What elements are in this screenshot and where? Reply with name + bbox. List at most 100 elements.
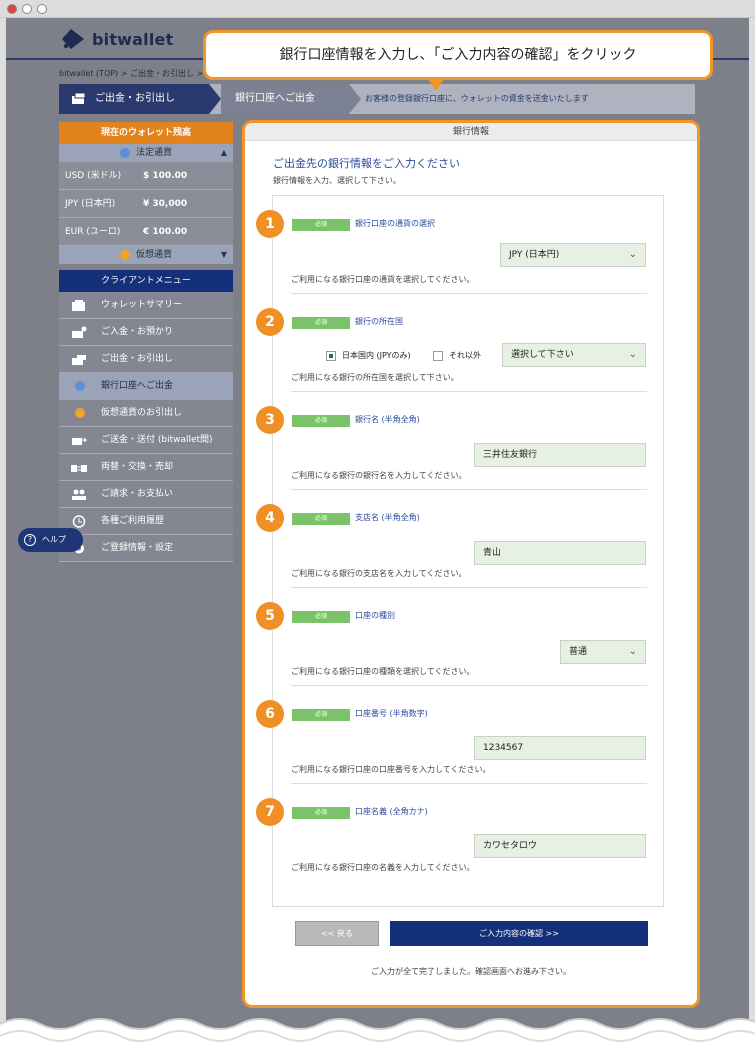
account-type-value: 普通 [569, 647, 588, 657]
required-badge: 必須 [292, 219, 350, 231]
currency-select[interactable]: JPY (日本円) ⌄ [500, 243, 646, 267]
menu-exchange[interactable]: 両替・交換・売却 [59, 454, 233, 481]
chevron-down-icon: ⌄ [628, 646, 637, 657]
crypto-currency-toggle[interactable]: 仮想通貨 ▼ [59, 246, 233, 264]
deposit-icon [72, 326, 87, 338]
country-select[interactable]: 選択して下さい ⌄ [502, 343, 646, 367]
section-account-number: 6 必須 口座番号 (半角数字) 1234567 ご利用になる銀行口座の口座番号… [256, 686, 665, 784]
menu-history[interactable]: 各種ご利用履歴 [59, 508, 233, 535]
chevron-down-icon: ▼ [220, 250, 227, 259]
step-number-badge: 3 [256, 406, 284, 434]
chevron-up-icon: ▲ [220, 148, 227, 157]
field-hint: ご利用になる銀行の所在国を選択して下さい。 [291, 373, 459, 382]
field-label: 口座名義 (全角カナ) [355, 807, 428, 816]
section-account-type: 5 必須 口座の種別 普通 ⌄ ご利用になる銀行口座の種類を選択してください。 [256, 588, 665, 686]
section-bank-name: 3 必須 銀行名 (半角全角) 三井住友銀行 ご利用になる銀行の銀行名を入力して… [256, 392, 665, 490]
account-type-select[interactable]: 普通 ⌄ [560, 640, 646, 664]
fiat-currency-toggle[interactable]: 法定通貨 ▲ [59, 144, 233, 162]
menu-settings[interactable]: ご登録情報・設定 [59, 535, 233, 562]
field-hint: ご利用になる銀行口座の名義を入力してください。 [291, 863, 475, 872]
menu-label: ご送金・送付 (bitwallet間) [101, 435, 213, 445]
required-badge: 必須 [292, 317, 350, 329]
client-menu-heading: クライアントメニュー [59, 270, 233, 292]
logo[interactable]: bitwallet [60, 28, 173, 50]
minimize-window-icon[interactable] [22, 4, 32, 14]
bank-name-input[interactable]: 三井住友銀行 [474, 443, 646, 467]
required-badge: 必須 [292, 415, 350, 427]
question-icon: ? [24, 534, 36, 546]
screenshot-frame: bitwallet bitwallet (TOP) > ご出金・お引出し > ご… [0, 0, 755, 1057]
form-heading: ご出金先の銀行情報をご入力ください [273, 157, 460, 170]
step-number-badge: 1 [256, 210, 284, 238]
field-hint: ご利用になる銀行口座の種類を選択してください。 [291, 667, 475, 676]
menu-label: ご請求・お支払い [101, 489, 174, 499]
radio-other[interactable]: それ以外 [433, 350, 481, 361]
required-badge: 必須 [292, 709, 350, 721]
chevron-down-icon: ⌄ [628, 249, 637, 260]
menu-bank-withdraw[interactable]: 銀行口座へご出金 [59, 373, 233, 400]
crypto-coin-icon [75, 408, 85, 418]
branch-name-input[interactable]: 青山 [474, 541, 646, 565]
wallet-balance-heading: 現在のウォレット残高 [59, 122, 233, 144]
field-label: 口座の種別 [355, 611, 395, 620]
fiat-coin-icon [119, 147, 130, 158]
field-hint: ご利用になる銀行口座の通貨を選択してください。 [291, 275, 475, 284]
currency-select-value: JPY (日本円) [509, 250, 560, 260]
country-select-value: 選択して下さい [511, 350, 574, 360]
step-description: お客様の登録銀行口座に、ウォレットの資金を送金いたします [365, 94, 589, 103]
sidebar: 現在のウォレット残高 法定通貨 ▲ USD (米ドル) $ 100.00 JPY… [59, 122, 233, 562]
account-holder-input[interactable]: カワセタロウ [474, 834, 646, 858]
menu-wallet-summary[interactable]: ウォレットサマリー [59, 292, 233, 319]
section-branch-name: 4 必須 支店名 (半角全角) 青山 ご利用になる銀行の支店名を入力してください… [256, 490, 665, 588]
exchange-icon [71, 465, 87, 472]
menu-label: 銀行口座へご出金 [101, 381, 174, 391]
required-badge: 必須 [292, 513, 350, 525]
transfer-icon [72, 437, 87, 445]
radio-checked-icon [326, 350, 336, 361]
field-hint: ご利用になる銀行の銀行名を入力してください。 [291, 471, 467, 480]
menu-label: ご登録情報・設定 [101, 543, 174, 553]
withdraw-icon [72, 92, 86, 104]
menu-label: 仮想通貨のお引出し [101, 408, 183, 418]
step-withdraw-label: ご出金・お引出し [95, 93, 175, 104]
balance-currency: EUR (ユーロ) [65, 227, 121, 237]
menu-crypto-withdraw[interactable]: 仮想通貨のお引出し [59, 400, 233, 427]
crypto-head-label: 仮想通貨 [135, 250, 172, 260]
step-number-badge: 6 [256, 700, 284, 728]
fiat-head-label: 法定通貨 [135, 148, 172, 158]
menu-deposit[interactable]: ご入金・お預かり [59, 319, 233, 346]
step-withdraw[interactable]: ご出金・お引出し [59, 84, 221, 114]
confirm-button[interactable]: ご入力内容の確認 >> [390, 921, 648, 946]
bank-form: 1 必須 銀行口座の通貨の選択 JPY (日本円) ⌄ ご利用になる銀行口座の通… [256, 195, 665, 907]
frame-border-right [749, 18, 755, 1028]
menu-label: ウォレットサマリー [101, 300, 183, 310]
balance-amount: € 100.00 [143, 227, 188, 237]
radio-unchecked-icon [433, 350, 443, 361]
close-window-icon[interactable] [7, 4, 17, 14]
menu-withdraw[interactable]: ご出金・お引出し [59, 346, 233, 373]
back-button[interactable]: << 戻る [295, 921, 379, 946]
radio-domestic[interactable]: 日本国内 (JPYのみ) [326, 350, 411, 361]
help-button[interactable]: ? ヘルプ [18, 528, 83, 552]
breadcrumb[interactable]: bitwallet (TOP) > ご出金・お引出し > [59, 68, 203, 79]
step-number-badge: 2 [256, 308, 284, 336]
withdraw-icon [72, 355, 86, 365]
menu-transfer[interactable]: ご送金・送付 (bitwallet間) [59, 427, 233, 454]
field-label: 銀行の所在国 [355, 317, 403, 326]
field-hint: ご利用になる銀行口座の口座番号を入力してください。 [291, 765, 491, 774]
completion-note: ご入力が全て完了しました。確認画面へお進み下さい。 [371, 967, 571, 976]
section-country: 2 必須 銀行の所在国 日本国内 (JPYのみ) それ以外 選択して下さい ⌄ … [256, 294, 665, 392]
step-bar: ご出金・お引出し 銀行口座へご出金 お客様の登録銀行口座に、ウォレットの資金を送… [59, 84, 695, 114]
balance-amount: $ 100.00 [143, 171, 188, 181]
menu-billing[interactable]: ご請求・お支払い [59, 481, 233, 508]
field-label: 銀行口座の通貨の選択 [355, 219, 435, 228]
step-bank-withdraw: 銀行口座へご出金 [221, 84, 361, 114]
instruction-callout: 銀行口座情報を入力し、「ご入力内容の確認」をクリック [203, 30, 713, 91]
field-hint: ご利用になる銀行の支店名を入力してください。 [291, 569, 467, 578]
balance-row-jpy: JPY (日本円) ¥ 30,000 [59, 190, 233, 218]
menu-label: 各種ご利用履歴 [101, 516, 165, 526]
crypto-coin-icon [119, 249, 130, 260]
browser-titlebar [0, 0, 755, 18]
maximize-window-icon[interactable] [37, 4, 47, 14]
account-number-input[interactable]: 1234567 [474, 736, 646, 760]
